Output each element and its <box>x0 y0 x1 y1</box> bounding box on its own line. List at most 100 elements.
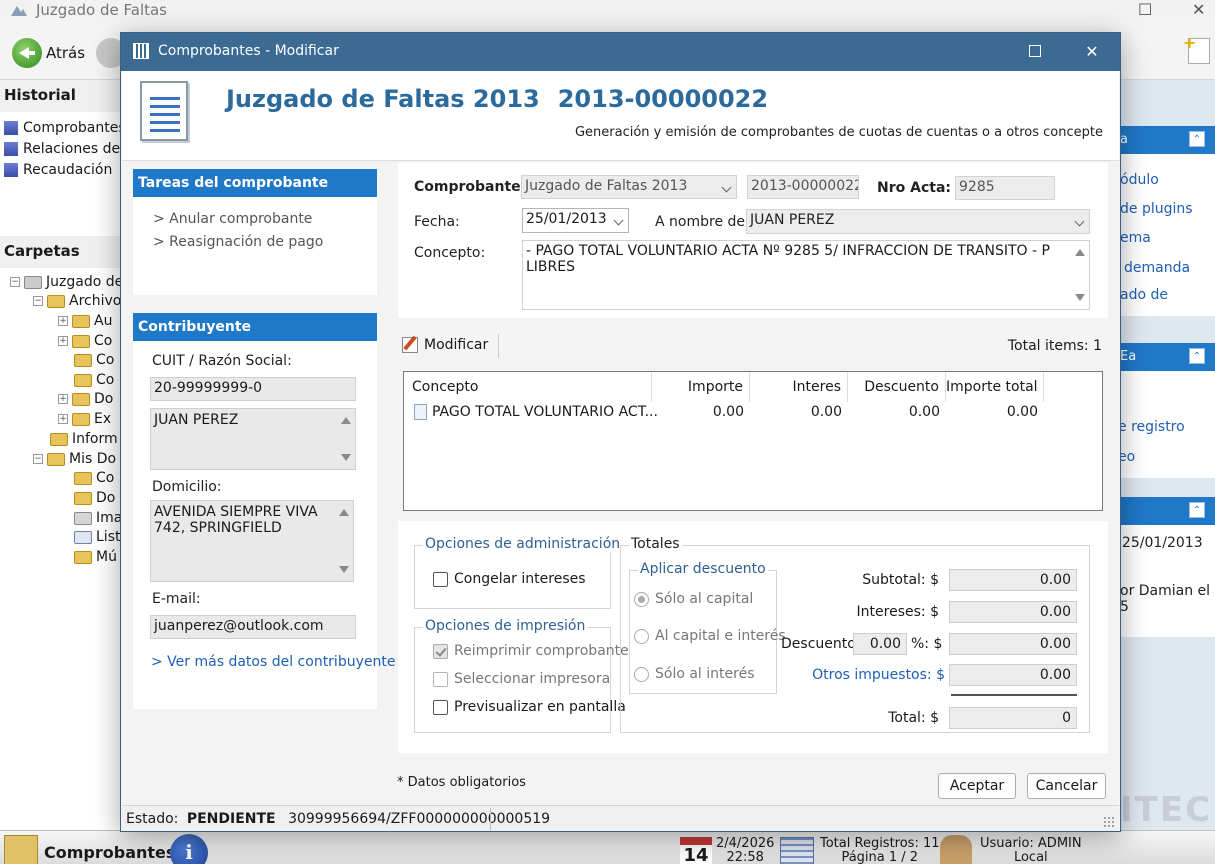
tree-item[interactable]: + Ex <box>58 411 111 427</box>
aceptar-button[interactable]: Aceptar <box>938 773 1016 799</box>
right-link[interactable]: e registro <box>1118 419 1185 435</box>
app-logo-icon <box>10 3 28 17</box>
folder-icon <box>74 471 92 485</box>
status-code: 30999956694/ZFF000000000000519 <box>288 811 551 827</box>
options-panel: Opciones de administración Congelar inte… <box>398 521 1108 753</box>
right-link[interactable]: de plugins <box>1120 201 1193 217</box>
reasignacion-pago-link[interactable]: > Reasignación de pago <box>153 234 323 250</box>
historial-item[interactable]: Relaciones de P <box>4 141 133 157</box>
tree-item[interactable]: Ima <box>74 510 122 526</box>
comprobante-number-field[interactable]: 2013-00000022 <box>747 175 859 199</box>
tree-item[interactable]: Mú <box>74 549 117 565</box>
radio-capital-interes[interactable]: Al capital e interés <box>634 628 786 644</box>
intereses-field[interactable]: 0.00 <box>949 601 1077 623</box>
radio-solo-capital[interactable]: Sólo al capital <box>634 591 753 607</box>
razon-social-field[interactable]: JUAN PEREZ <box>150 408 356 470</box>
column-header[interactable]: Interes <box>750 372 848 402</box>
column-header[interactable]: Importe <box>652 372 750 402</box>
collapse-chevron-icon[interactable]: ⌃ <box>1189 131 1205 147</box>
tree-item[interactable]: + Co <box>58 333 112 349</box>
column-header[interactable]: Descuento <box>848 372 946 402</box>
dialog-titlebar: Comprobantes - Modificar ✕ <box>121 33 1120 71</box>
ver-mas-datos-link[interactable]: > Ver más datos del contribuyente <box>151 654 395 670</box>
domicilio-field[interactable]: AVENIDA SIEMPRE VIVA 742, SPRINGFIELD <box>150 500 354 582</box>
subtotal-field[interactable]: 0.00 <box>949 569 1077 591</box>
tree-item[interactable]: List <box>74 529 120 545</box>
modificar-button[interactable]: Modificar <box>424 337 488 353</box>
congelar-intereses-checkbox[interactable]: Congelar intereses <box>433 571 586 587</box>
collapse-chevron-icon[interactable]: ⌃ <box>1189 348 1205 364</box>
app-title: Juzgado de Faltas <box>36 1 168 19</box>
tree-item[interactable]: Co <box>74 372 114 388</box>
tree-item[interactable]: + Au <box>58 313 112 329</box>
domicilio-label: Domicilio: <box>152 479 222 495</box>
comprobante-select[interactable]: Juzgado de Faltas 2013 <box>521 175 737 199</box>
maximize-icon <box>1029 45 1041 57</box>
concepto-textarea[interactable]: - PAGO TOTAL VOLUNTARIO ACTA Nº 9285 5/ … <box>522 240 1090 310</box>
scrollbar[interactable] <box>1071 241 1089 309</box>
totales-group: Totales Aplicar descuento Sólo al capita… <box>620 536 1090 733</box>
descuento-field[interactable]: 0.00 <box>949 633 1077 655</box>
right-text: ) 25/01/2013 <box>1112 535 1203 551</box>
descuento-group: Aplicar descuento Sólo al capital Al cap… <box>629 561 786 694</box>
history-icon <box>4 142 18 156</box>
descuento-percent-field[interactable]: 0.00 <box>853 633 907 655</box>
email-field[interactable]: juanperez@outlook.com <box>150 615 356 639</box>
scrollbar[interactable] <box>335 501 353 581</box>
comprobante-label: Comprobante: <box>414 179 527 195</box>
tree-item[interactable]: Co <box>74 352 114 368</box>
seleccionar-impresora-checkbox[interactable]: Seleccionar impresora <box>433 671 610 687</box>
fecha-picker[interactable]: 25/01/2013 <box>522 208 629 233</box>
scroll-down-icon <box>341 454 351 461</box>
cuit-field[interactable]: 20-99999999-0 <box>150 377 356 401</box>
required-note: * Datos obligatorios <box>397 775 526 790</box>
back-button[interactable]: Atrás <box>46 44 85 62</box>
otros-impuestos-link[interactable]: Otros impuestos: $ <box>811 667 945 683</box>
historial-item[interactable]: Comprobantes <box>4 120 126 136</box>
carpetas-heading: Carpetas <box>0 236 122 268</box>
tasks-heading: Tareas del comprobante <box>133 169 377 197</box>
maximize-button[interactable] <box>1022 39 1048 65</box>
right-link[interactable]: ódulo <box>1120 172 1159 188</box>
history-icon <box>4 163 18 177</box>
dialog-title: Comprobantes - Modificar <box>158 43 339 59</box>
tree-item[interactable]: + Do <box>58 391 113 407</box>
app-maximize-icon[interactable]: ☐ <box>1138 0 1152 19</box>
tree-item[interactable]: − Mis Do <box>33 451 116 467</box>
a-nombre-select[interactable]: JUAN PEREZ <box>746 209 1090 234</box>
tree-item[interactable]: Inform <box>50 431 118 447</box>
user-icon <box>940 835 972 864</box>
nro-acta-field[interactable]: 9285 <box>955 176 1055 200</box>
folder-icon <box>4 835 38 864</box>
back-arrow-icon[interactable] <box>12 38 42 68</box>
scrollbar[interactable] <box>337 409 355 469</box>
right-link[interactable]: demanda <box>1124 260 1190 276</box>
folder-icon <box>50 432 68 446</box>
reimprimir-checkbox[interactable]: Reimprimir comprobante <box>433 643 629 659</box>
items-table: Concepto Importe Interes Descuento Impor… <box>403 371 1103 511</box>
total-field[interactable]: 0 <box>949 707 1077 729</box>
tree-item[interactable]: − Archivo <box>33 293 121 309</box>
anular-comprobante-link[interactable]: > Anular comprobante <box>153 211 312 227</box>
resize-grip-icon[interactable] <box>1103 816 1115 828</box>
close-button[interactable]: ✕ <box>1079 39 1105 65</box>
tree-item[interactable]: Do <box>74 490 115 506</box>
right-link[interactable]: ado de <box>1120 287 1168 303</box>
collapse-chevron-icon[interactable]: ⌃ <box>1189 502 1205 518</box>
image-folder-icon <box>74 511 92 525</box>
right-link[interactable]: ema <box>1120 230 1151 246</box>
otros-impuestos-field[interactable]: 0.00 <box>949 664 1077 686</box>
cancelar-button[interactable]: Cancelar <box>1027 773 1106 799</box>
folder-icon <box>72 412 90 426</box>
app-close-icon[interactable]: ✕ <box>1192 0 1205 19</box>
tree-item[interactable]: Co <box>74 470 114 486</box>
new-document-icon[interactable]: + <box>1183 33 1210 64</box>
previsualizar-checkbox[interactable]: Previsualizar en pantalla <box>433 699 626 715</box>
column-header[interactable]: Importe total <box>946 372 1044 402</box>
tree-item[interactable]: − Juzgado de <box>10 274 123 290</box>
column-header[interactable]: Concepto <box>404 372 652 402</box>
historial-item[interactable]: Recaudación <box>4 162 112 178</box>
radio-solo-interes[interactable]: Sólo al interés <box>634 666 755 682</box>
info-icon[interactable]: i <box>170 834 208 864</box>
scroll-down-icon <box>1075 294 1085 301</box>
